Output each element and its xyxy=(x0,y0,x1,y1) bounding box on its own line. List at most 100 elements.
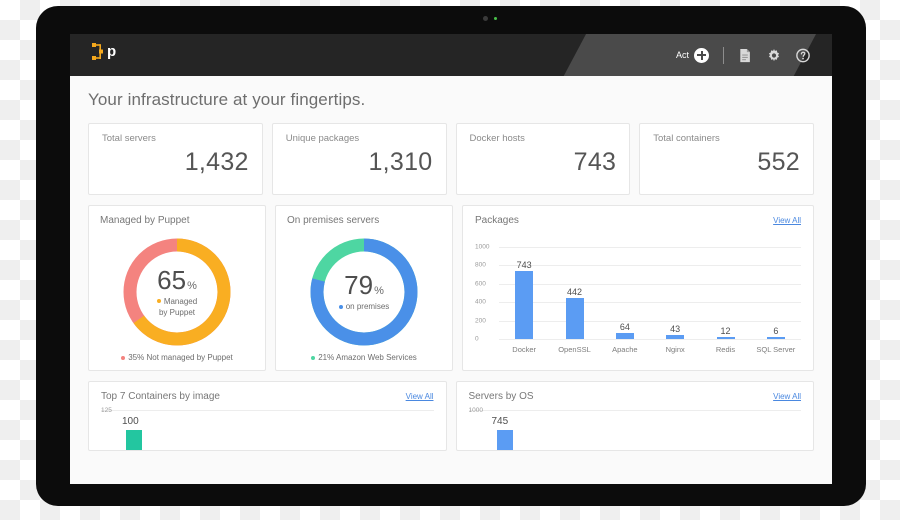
app-logo[interactable]: p xyxy=(90,42,116,62)
stat-value: 1,432 xyxy=(184,148,249,176)
app-logo-text: p xyxy=(107,43,117,60)
y-axis-tick-label: 400 xyxy=(475,298,486,306)
bar xyxy=(496,430,513,450)
donut-percent: 65% xyxy=(157,267,197,293)
card-title: Managed by Puppet xyxy=(100,215,190,226)
act-button[interactable]: Act xyxy=(675,47,709,63)
legend-dot-icon xyxy=(338,304,343,309)
gear-icon[interactable] xyxy=(767,48,781,63)
legend-dot-icon xyxy=(121,355,126,360)
card-title: Servers by OS xyxy=(468,391,534,402)
view-all-link-packages[interactable]: View All xyxy=(773,216,801,225)
y-axis-tick-label: 125 xyxy=(101,407,112,414)
donut-percent: 79% xyxy=(344,272,384,298)
donut-subtitle: Managed by Puppet xyxy=(156,296,197,318)
packages-chart-card[interactable]: Packages View All 0 200 400 600 800 1000 743 Do… xyxy=(462,205,814,371)
bar-value-label: 100 xyxy=(122,416,139,427)
stat-value: 1,310 xyxy=(368,148,433,176)
charts-row: Managed by Puppet 65% Managed by Puppet … xyxy=(88,205,814,371)
donut-card-managed-by-puppet[interactable]: Managed by Puppet 65% Managed by Puppet … xyxy=(88,205,266,371)
chart-gridline xyxy=(101,410,434,411)
act-label: Act xyxy=(675,50,689,60)
donut-footer-label: 35% Not managed by Puppet xyxy=(128,353,233,362)
tablet-device-frame: p Act Your infrastructure at your finger… xyxy=(36,6,866,506)
plus-circle-icon[interactable] xyxy=(694,47,709,63)
y-axis-tick-label: 0 xyxy=(475,335,479,343)
bar-value-label: 442 xyxy=(566,287,583,298)
y-axis-tick-label: 1000 xyxy=(475,243,490,251)
stat-label: Docker hosts xyxy=(469,133,525,144)
bar[interactable] xyxy=(515,270,534,339)
bar[interactable] xyxy=(716,337,735,339)
card-top-containers-by-image[interactable]: Top 7 Containers by image View All 125 1… xyxy=(88,381,447,451)
donut-footer-legend: 21% Amazon Web Services xyxy=(276,353,452,362)
bar-value-label: 6 xyxy=(773,326,779,336)
donut-chart-managed-by-puppet: 65% Managed by Puppet xyxy=(121,236,233,348)
bar-value-label: 743 xyxy=(516,259,532,270)
chart-gridline xyxy=(499,247,801,248)
chart-gridline xyxy=(499,320,801,322)
stat-value: 743 xyxy=(573,148,617,176)
bar-value-label: 12 xyxy=(720,326,731,336)
card-header: Servers by OS View All xyxy=(469,391,802,402)
y-axis-tick-label: 600 xyxy=(475,280,486,288)
bar-value-label: 43 xyxy=(670,324,681,335)
app-header: p Act xyxy=(70,34,832,76)
donut-sub-line2: by Puppet xyxy=(158,307,195,317)
bottom-cards-row: Top 7 Containers by image View All 125 1… xyxy=(88,381,814,451)
stat-label: Total containers xyxy=(653,133,720,144)
x-axis-tick-label: SQL Server xyxy=(756,345,796,354)
view-all-link-containers[interactable]: View All xyxy=(406,392,434,401)
stat-card-unique-packages[interactable]: Unique packages 1,310 xyxy=(271,123,447,195)
bar-value-label: 64 xyxy=(619,322,630,333)
page-title: Your infrastructure at your fingertips. xyxy=(88,90,366,109)
card-title: Top 7 Containers by image xyxy=(101,391,220,402)
stat-label: Unique packages xyxy=(285,133,360,144)
donut-percent-value: 65 xyxy=(157,264,187,295)
donut-footer-label: 21% Amazon Web Services xyxy=(318,353,417,362)
donut-subtitle: on premises xyxy=(338,301,390,312)
bar[interactable] xyxy=(565,298,584,339)
stat-card-docker-hosts[interactable]: Docker hosts 743 xyxy=(455,123,631,195)
x-axis-tick-label: Apache xyxy=(612,345,638,354)
x-axis-tick-label: Redis xyxy=(715,345,736,354)
camera-icon xyxy=(483,16,488,21)
bar[interactable] xyxy=(615,333,634,339)
y-axis-tick-label: 1000 xyxy=(468,407,483,414)
card-title: Packages xyxy=(475,215,519,226)
packages-bar-chart: 0 200 400 600 800 1000 743 Docker 442 OpenSSL 64 Ap… xyxy=(475,233,801,355)
view-all-link-servers-os[interactable]: View All xyxy=(773,392,801,401)
stat-card-row: Total servers 1,432 Unique packages 1,31… xyxy=(88,123,814,195)
chart-gridline xyxy=(499,302,801,304)
document-icon[interactable] xyxy=(738,48,752,63)
donut-sub-line1: on premises xyxy=(345,302,390,311)
donut-center-label: 79% on premises xyxy=(308,236,420,348)
card-title: On premises servers xyxy=(287,215,380,226)
x-axis-tick-label: OpenSSL xyxy=(558,345,591,354)
donut-percent-sign: % xyxy=(374,285,384,297)
puppet-logo-icon xyxy=(92,43,103,60)
camera-led-indicator xyxy=(494,17,497,20)
chart-gridline xyxy=(468,410,801,411)
stat-card-total-servers[interactable]: Total servers 1,432 xyxy=(88,123,263,195)
stat-card-total-containers[interactable]: Total containers 552 xyxy=(639,123,814,195)
bar[interactable] xyxy=(666,335,685,339)
bar[interactable] xyxy=(766,337,785,339)
donut-card-on-premises-servers[interactable]: On premises servers 79% on premises 21% … xyxy=(275,205,453,371)
legend-dot-icon xyxy=(156,299,161,304)
card-header: Top 7 Containers by image View All xyxy=(101,391,434,402)
donut-percent-sign: % xyxy=(187,279,197,292)
x-axis-tick-label: Docker xyxy=(512,345,537,354)
header-divider xyxy=(723,46,724,64)
donut-percent-value: 79 xyxy=(344,270,374,300)
donut-chart-on-premises: 79% on premises xyxy=(308,236,420,348)
donut-center-label: 65% Managed by Puppet xyxy=(121,236,233,348)
stat-label: Total servers xyxy=(102,133,156,144)
bar-value-label: 745 xyxy=(491,416,509,427)
header-actions: Act xyxy=(676,34,810,76)
donut-footer-legend: 35% Not managed by Puppet xyxy=(89,353,265,362)
card-servers-by-os[interactable]: Servers by OS View All 1000 745 xyxy=(455,381,814,451)
card-header: Packages View All xyxy=(475,215,801,226)
help-circle-icon[interactable] xyxy=(796,48,810,63)
legend-dot-icon xyxy=(311,355,316,360)
